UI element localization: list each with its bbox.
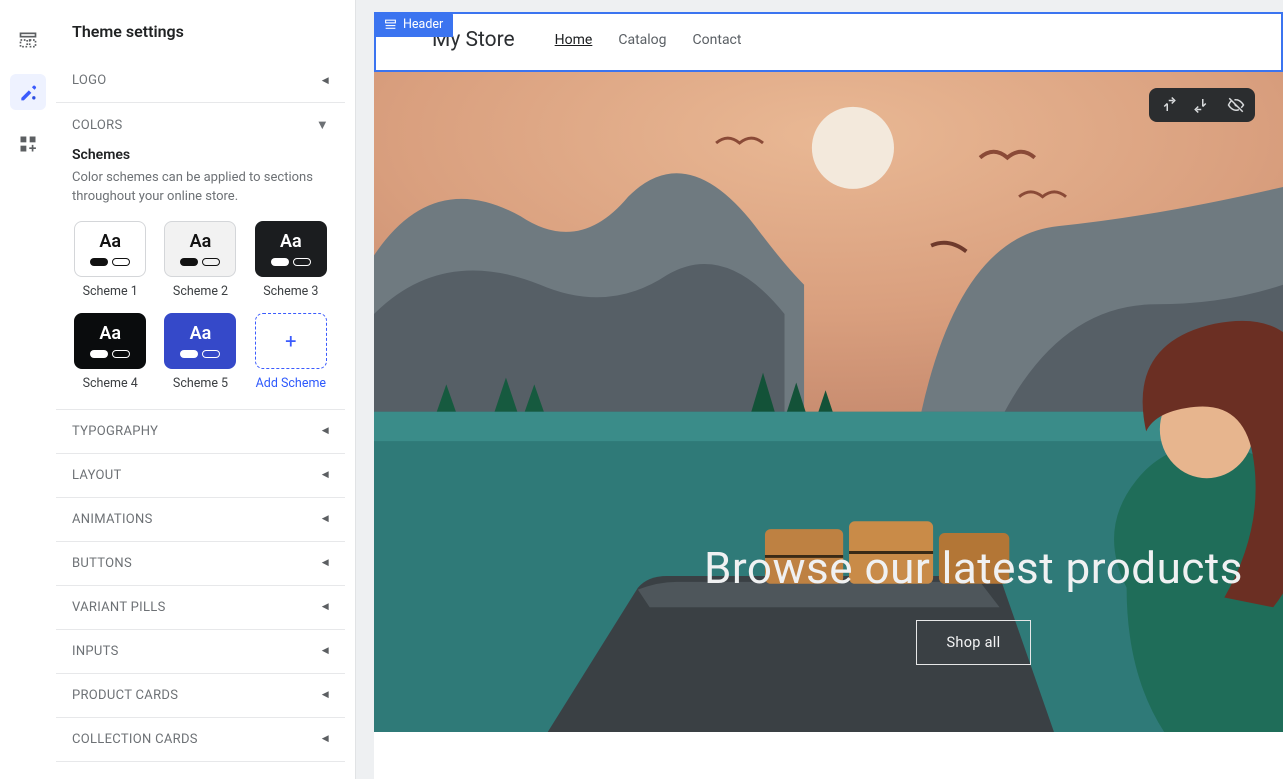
move-down-button[interactable] — [1193, 96, 1211, 114]
scheme-sample-text: Aa — [190, 323, 212, 344]
store-header[interactable]: My Store HomeCatalogContact — [374, 12, 1283, 72]
section-collection-cards[interactable]: COLLECTION CARDS ◀ — [56, 718, 345, 762]
scheme-label: Scheme 5 — [173, 376, 228, 391]
theme-settings-rail-button[interactable] — [10, 74, 46, 110]
scheme-label: Scheme 3 — [263, 284, 318, 299]
plus-icon: + — [285, 329, 296, 353]
section-animations[interactable]: ANIMATIONS ◀ — [56, 498, 345, 542]
section-layout[interactable]: LAYOUT ◀ — [56, 454, 345, 498]
scheme-item: Aa Scheme 2 — [162, 221, 238, 299]
schemes-subheading: Schemes — [72, 147, 329, 163]
caret-down-icon: ▼ — [316, 117, 329, 133]
hero-heading: Browse our latest products — [664, 542, 1283, 594]
scheme-sample-text: Aa — [190, 231, 212, 252]
nav-link-contact[interactable]: Contact — [693, 32, 742, 48]
scheme-tile-1[interactable]: Aa — [74, 221, 146, 277]
store-preview: Header My Store HomeCatalogContact — [356, 0, 1283, 779]
panel-scroll[interactable]: LOGO ◀ COLORS ▼ Schemes Color schemes ca… — [56, 59, 355, 779]
caret-left-icon: ◀ — [322, 734, 329, 744]
store-nav: Home Catalog Contact — [555, 32, 742, 48]
section-logo[interactable]: LOGO ◀ — [56, 59, 345, 103]
left-icon-rail — [0, 0, 56, 779]
move-up-button[interactable] — [1159, 96, 1177, 114]
schemes-help-text: Color schemes can be applied to sections… — [72, 169, 329, 207]
add-scheme-label: Add Scheme — [256, 376, 326, 391]
section-variant-pills[interactable]: VARIANT PILLS ◀ — [56, 586, 345, 630]
hide-section-button[interactable] — [1227, 96, 1245, 114]
caret-left-icon: ◀ — [322, 690, 329, 700]
scheme-label: Scheme 2 — [173, 284, 228, 299]
caret-left-icon: ◀ — [322, 646, 329, 656]
scheme-sample-text: Aa — [280, 231, 302, 252]
add-scheme-button[interactable]: + — [255, 313, 327, 369]
header-section-icon — [384, 18, 397, 31]
section-inputs[interactable]: INPUTS ◀ — [56, 630, 345, 674]
theme-settings-panel: Theme settings LOGO ◀ COLORS ▼ Schemes C… — [56, 0, 356, 779]
nav-link-home[interactable]: Home — [555, 32, 593, 48]
panel-title: Theme settings — [56, 0, 355, 59]
scheme-item: Aa Scheme 4 — [72, 313, 148, 391]
scheme-item: Aa Scheme 5 — [162, 313, 238, 391]
caret-left-icon: ◀ — [322, 426, 329, 436]
scheme-grid: Aa Scheme 1 Aa Scheme 2 Aa Scheme 3 Aa Scheme 4… — [72, 221, 329, 391]
nav-link-catalog[interactable]: Catalog — [618, 32, 666, 48]
caret-left-icon: ◀ — [322, 602, 329, 612]
section-product-cards[interactable]: PRODUCT CARDS ◀ — [56, 674, 345, 718]
caret-left-icon: ◀ — [322, 470, 329, 480]
hero-section[interactable]: Browse our latest products Shop all — [374, 72, 1283, 732]
section-colors[interactable]: COLORS ▼ — [72, 103, 329, 141]
scheme-sample-text: Aa — [99, 231, 121, 252]
scheme-tile-4[interactable]: Aa — [74, 313, 146, 369]
scheme-tile-3[interactable]: Aa — [255, 221, 327, 277]
scheme-item: Aa Scheme 1 — [72, 221, 148, 299]
scheme-sample-text: Aa — [99, 323, 121, 344]
caret-left-icon: ◀ — [322, 514, 329, 524]
scheme-tile-5[interactable]: Aa — [164, 313, 236, 369]
scheme-label: Scheme 1 — [83, 284, 138, 299]
section-buttons[interactable]: BUTTONS ◀ — [56, 542, 345, 586]
scheme-item-add: + Add Scheme — [253, 313, 329, 391]
apps-rail-button[interactable] — [10, 126, 46, 162]
scheme-item: Aa Scheme 3 — [253, 221, 329, 299]
section-toolbar — [1149, 88, 1255, 122]
section-typography[interactable]: TYPOGRAPHY ◀ — [56, 410, 345, 454]
caret-left-icon: ◀ — [322, 558, 329, 568]
scheme-label: Scheme 4 — [83, 376, 138, 391]
scheme-tile-2[interactable]: Aa — [164, 221, 236, 277]
hero-cta-button[interactable]: Shop all — [916, 620, 1032, 665]
selection-tag[interactable]: Header — [374, 12, 453, 37]
sections-rail-button[interactable] — [10, 22, 46, 58]
caret-left-icon: ◀ — [322, 76, 329, 86]
